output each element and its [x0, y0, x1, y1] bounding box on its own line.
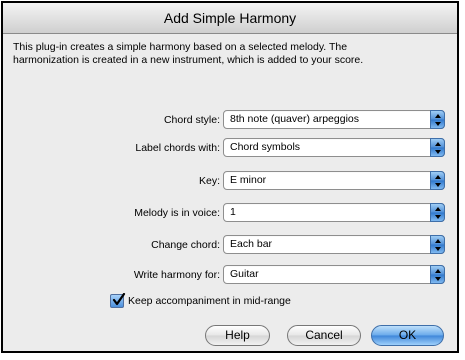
change-chord-label: Change chord:: [151, 239, 220, 251]
chord-style-label: Chord style:: [163, 114, 220, 126]
description-line-1: This plug-in creates a simple harmony ba…: [13, 41, 348, 53]
updown-arrows-icon: [430, 265, 445, 284]
change-chord-value: Each bar: [230, 238, 273, 250]
add-simple-harmony-dialog: Add Simple Harmony This plug-in creates …: [1, 1, 459, 353]
cancel-button[interactable]: Cancel: [287, 325, 361, 346]
keep-mid-range-label: Keep accompaniment in mid-range: [128, 295, 291, 307]
label-chords-with-value: Chord symbols: [230, 141, 301, 153]
melody-voice-value: 1: [230, 206, 236, 218]
label-chords-with-popup[interactable]: Chord symbols: [223, 138, 445, 157]
change-chord-popup[interactable]: Each bar: [223, 235, 445, 254]
melody-voice-label: Melody is in voice:: [134, 207, 220, 219]
write-harmony-for-value: Guitar: [230, 268, 259, 280]
updown-arrows-icon: [430, 138, 445, 157]
melody-voice-popup[interactable]: 1: [223, 203, 445, 222]
label-chords-with-label: Label chords with:: [135, 142, 220, 154]
checkmark-icon: [112, 293, 126, 306]
chord-style-value: 8th note (quaver) arpeggios: [230, 113, 359, 125]
ok-button[interactable]: OK: [371, 325, 444, 346]
dialog-description: This plug-in creates a simple harmony ba…: [13, 41, 453, 67]
updown-arrows-icon: [430, 235, 445, 254]
updown-arrows-icon: [430, 203, 445, 222]
updown-arrows-icon: [430, 171, 445, 190]
key-value: E minor: [230, 174, 267, 186]
write-harmony-for-label: Write harmony for:: [133, 269, 220, 281]
help-button[interactable]: Help: [205, 325, 270, 346]
keep-mid-range-checkbox[interactable]: [110, 293, 126, 308]
chord-style-popup[interactable]: 8th note (quaver) arpeggios: [223, 110, 445, 129]
updown-arrows-icon: [430, 110, 445, 129]
dialog-title: Add Simple Harmony: [3, 3, 457, 34]
write-harmony-for-popup[interactable]: Guitar: [223, 265, 445, 284]
key-popup[interactable]: E minor: [223, 171, 445, 190]
key-label: Key:: [198, 175, 220, 187]
description-line-2: harmonization is created in a new instru…: [13, 54, 364, 66]
